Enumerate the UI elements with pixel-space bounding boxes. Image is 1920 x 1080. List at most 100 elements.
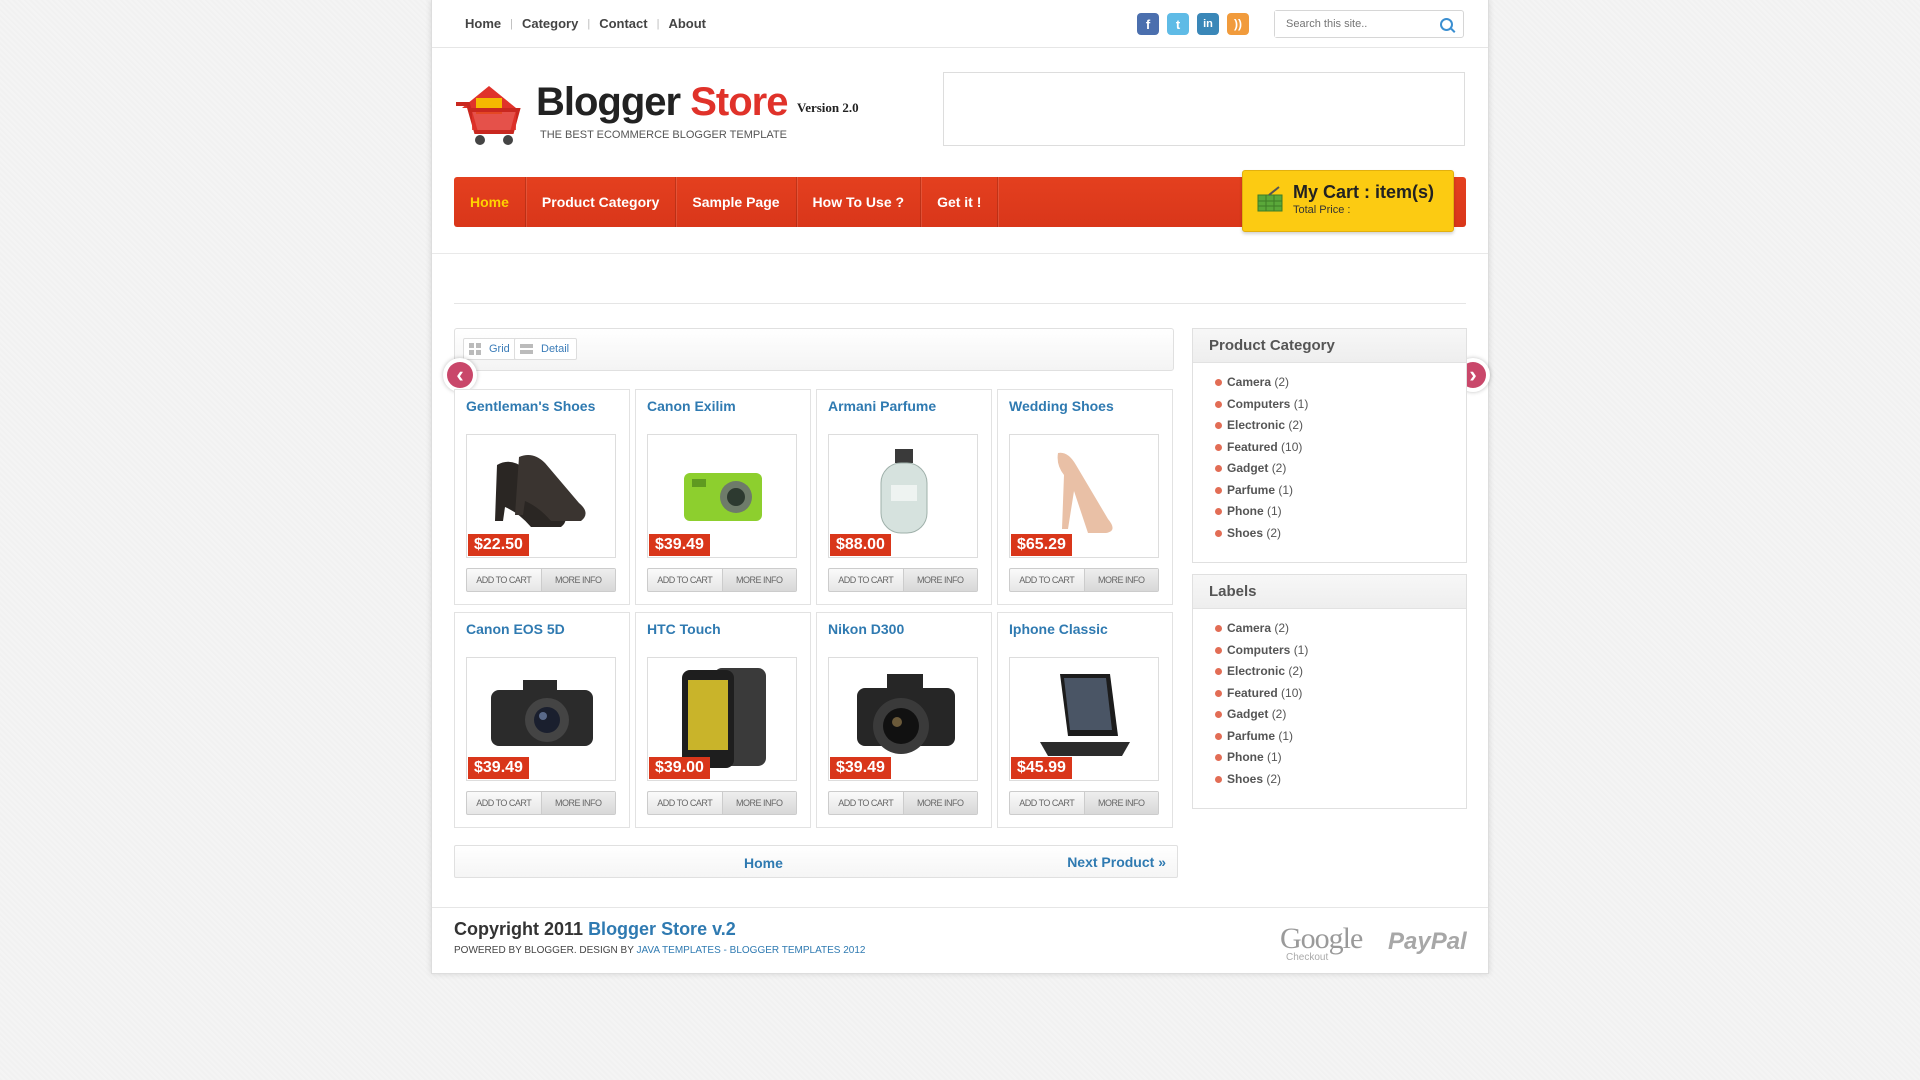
- product-title[interactable]: Wedding Shoes: [1009, 398, 1114, 414]
- product-title[interactable]: Canon Exilim: [647, 398, 736, 414]
- add-to-cart-button[interactable]: ADD TO CART: [829, 792, 904, 814]
- product-title[interactable]: Armani Parfume: [828, 398, 936, 414]
- category-item[interactable]: Electronic (2): [1215, 418, 1466, 440]
- logo-version: Version 2.0: [797, 100, 859, 115]
- more-info-button[interactable]: MORE INFO: [541, 569, 615, 591]
- main-nav-how-to-use[interactable]: How To Use ?: [797, 177, 922, 227]
- product-image[interactable]: $39.49: [828, 657, 978, 781]
- carousel-prev-button[interactable]: ‹: [443, 358, 477, 392]
- google-logo-text: Google: [1280, 922, 1363, 955]
- product-image[interactable]: $22.50: [466, 434, 616, 558]
- more-info-button[interactable]: MORE INFO: [722, 569, 796, 591]
- more-info-button[interactable]: MORE INFO: [903, 569, 977, 591]
- product-image[interactable]: $45.99: [1009, 657, 1159, 781]
- product-title[interactable]: HTC Touch: [647, 621, 721, 637]
- add-to-cart-button[interactable]: ADD TO CART: [648, 792, 723, 814]
- cart-title: My Cart : item(s): [1293, 182, 1435, 202]
- pager: Home Next Product »: [454, 845, 1178, 878]
- top-nav-contact[interactable]: Contact: [599, 16, 647, 31]
- product-title[interactable]: Nikon D300: [828, 621, 904, 637]
- category-item[interactable]: Camera (2): [1215, 375, 1466, 397]
- more-info-button[interactable]: MORE INFO: [541, 792, 615, 814]
- label-item[interactable]: Computers (1): [1215, 643, 1466, 665]
- facebook-icon[interactable]: f: [1137, 13, 1159, 35]
- divider: [432, 907, 1488, 908]
- add-to-cart-button[interactable]: ADD TO CART: [467, 569, 542, 591]
- category-item[interactable]: Gadget (2): [1215, 461, 1466, 483]
- product-image[interactable]: $39.00: [647, 657, 797, 781]
- product-image[interactable]: $65.29: [1009, 434, 1159, 558]
- category-item[interactable]: Featured (10): [1215, 440, 1466, 462]
- top-nav: Home | Category | Contact | About: [465, 16, 706, 31]
- site-link[interactable]: Blogger Store v.2: [588, 919, 736, 939]
- product-card: Wedding Shoes $65.29 ADD TO CART MORE IN…: [997, 389, 1173, 605]
- product-card: Iphone Classic $45.99 ADD TO CART MORE I…: [997, 612, 1173, 828]
- label-item[interactable]: Camera (2): [1215, 621, 1466, 643]
- page-container: Home | Category | Contact | About f t in…: [431, 0, 1490, 974]
- main-nav-product-category[interactable]: Product Category: [526, 177, 677, 227]
- divider: [454, 303, 1466, 304]
- google-checkout-logo: Google Checkout: [1280, 922, 1363, 963]
- main-nav-get-it[interactable]: Get it !: [921, 177, 999, 227]
- logo-title-b: Store: [690, 80, 788, 124]
- product-title[interactable]: Gentleman's Shoes: [466, 398, 595, 414]
- top-nav-home[interactable]: Home: [465, 16, 501, 31]
- cart-icon: [1257, 186, 1283, 212]
- product-image[interactable]: $39.49: [647, 434, 797, 558]
- site-logo-title[interactable]: Blogger Store: [536, 80, 789, 125]
- paypal-logo: PayPal: [1388, 928, 1467, 955]
- category-item[interactable]: Computers (1): [1215, 397, 1466, 419]
- label-item[interactable]: Electronic (2): [1215, 664, 1466, 686]
- add-to-cart-button[interactable]: ADD TO CART: [467, 792, 542, 814]
- rss-icon[interactable]: )): [1227, 13, 1249, 35]
- product-title[interactable]: Canon EOS 5D: [466, 621, 565, 637]
- product-card: Canon EOS 5D $39.49 ADD TO CART MORE INF…: [454, 612, 630, 828]
- cart-widget[interactable]: My Cart : item(s) Total Price :: [1242, 170, 1454, 232]
- linkedin-icon[interactable]: in: [1197, 13, 1219, 35]
- label-item[interactable]: Phone (1): [1215, 750, 1466, 772]
- twitter-icon[interactable]: t: [1167, 13, 1189, 35]
- category-item[interactable]: Phone (1): [1215, 504, 1466, 526]
- main-nav-home[interactable]: Home: [454, 177, 526, 227]
- shopping-basket-icon[interactable]: [454, 80, 524, 150]
- cart-total-price: Total Price :: [1293, 204, 1351, 216]
- label-item[interactable]: Parfume (1): [1215, 729, 1466, 751]
- product-image[interactable]: $88.00: [828, 434, 978, 558]
- product-card: Canon Exilim $39.49 ADD TO CART MORE INF…: [635, 389, 811, 605]
- more-info-button[interactable]: MORE INFO: [1084, 569, 1158, 591]
- separator: |: [587, 17, 591, 30]
- more-info-button[interactable]: MORE INFO: [722, 792, 796, 814]
- product-price: $22.50: [468, 534, 529, 556]
- product-actions: ADD TO CART MORE INFO: [466, 568, 616, 592]
- product-image[interactable]: $39.49: [466, 657, 616, 781]
- top-nav-category[interactable]: Category: [522, 16, 578, 31]
- add-to-cart-button[interactable]: ADD TO CART: [829, 569, 904, 591]
- product-actions: ADD TO CART MORE INFO: [828, 568, 978, 592]
- search-icon[interactable]: [1440, 18, 1453, 31]
- top-nav-about[interactable]: About: [668, 16, 706, 31]
- label-item[interactable]: Featured (10): [1215, 686, 1466, 708]
- label-item[interactable]: Gadget (2): [1215, 707, 1466, 729]
- java-templates-link[interactable]: JAVA TEMPLATES: [636, 945, 720, 956]
- category-item[interactable]: Shoes (2): [1215, 526, 1466, 548]
- logo-title-a: Blogger: [536, 80, 681, 124]
- add-to-cart-button[interactable]: ADD TO CART: [1010, 569, 1085, 591]
- next-product-link[interactable]: Next Product »: [1067, 854, 1166, 870]
- blogger-templates-link[interactable]: BLOGGER TEMPLATES 2012: [730, 945, 866, 956]
- product-card: Nikon D300 $39.49 ADD TO CART MORE INFO: [816, 612, 992, 828]
- search-input[interactable]: [1275, 11, 1425, 37]
- more-info-button[interactable]: MORE INFO: [1084, 792, 1158, 814]
- add-to-cart-button[interactable]: ADD TO CART: [648, 569, 723, 591]
- main-nav-sample-page[interactable]: Sample Page: [676, 177, 797, 227]
- pager-home-link[interactable]: Home: [744, 855, 783, 871]
- product-actions: ADD TO CART MORE INFO: [647, 791, 797, 815]
- more-info-button[interactable]: MORE INFO: [903, 792, 977, 814]
- product-title[interactable]: Iphone Classic: [1009, 621, 1108, 637]
- search-box: [1274, 10, 1464, 38]
- product-actions: ADD TO CART MORE INFO: [1009, 791, 1159, 815]
- add-to-cart-button[interactable]: ADD TO CART: [1010, 792, 1085, 814]
- grid-view-button[interactable]: Grid: [463, 338, 518, 360]
- label-item[interactable]: Shoes (2): [1215, 772, 1466, 794]
- detail-view-button[interactable]: Detail: [514, 338, 578, 360]
- category-item[interactable]: Parfume (1): [1215, 483, 1466, 505]
